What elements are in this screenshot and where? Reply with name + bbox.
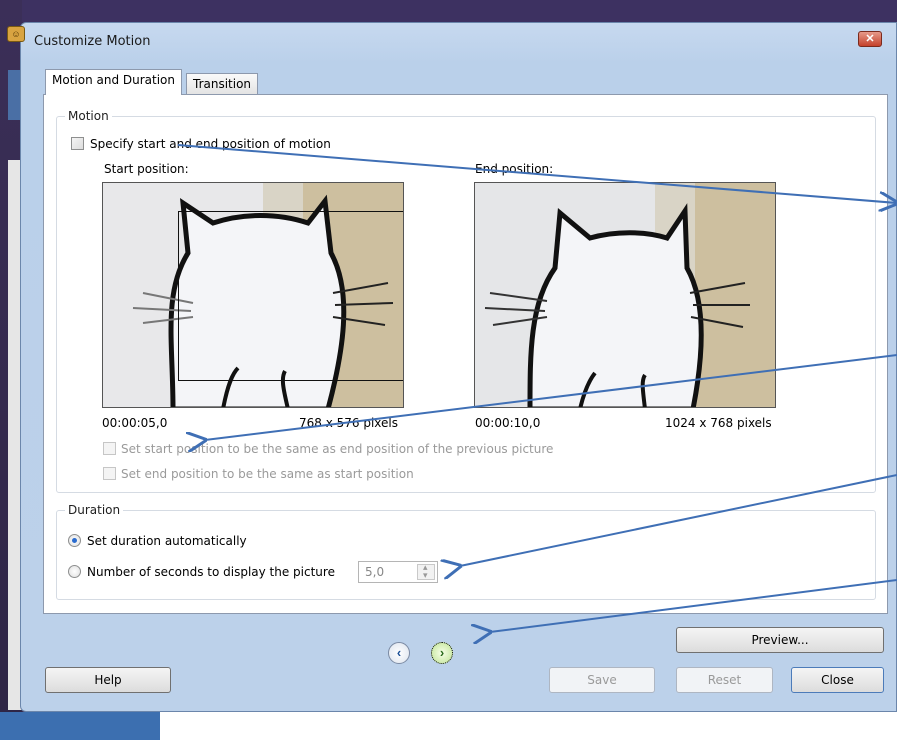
duration-group: Duration Set duration automatically Numb… — [56, 503, 876, 600]
reset-button[interactable]: Reset — [676, 667, 773, 693]
tab-transition[interactable]: Transition — [186, 73, 259, 95]
seconds-value: 5,0 — [365, 565, 385, 579]
seconds-stepper[interactable]: 5,0 — [358, 561, 438, 583]
dialog-titlebar: ☺ Customize Motion ✕ — [7, 23, 896, 57]
next-picture-button[interactable]: › — [431, 642, 453, 664]
specify-motion-checkbox[interactable] — [71, 137, 84, 150]
end-same-label[interactable]: Set end position to be the same as start… — [121, 467, 414, 481]
end-same-checkbox[interactable] — [103, 467, 116, 480]
desktop-bottom-block — [0, 712, 160, 740]
end-position-image[interactable] — [474, 182, 776, 408]
end-position-heading: End position: — [475, 162, 554, 176]
specify-motion-label[interactable]: Specify start and end position of motion — [90, 137, 331, 151]
dialog-title: Customize Motion — [34, 34, 151, 49]
motion-group-title: Motion — [65, 109, 112, 123]
motion-group: Motion Specify start and end position of… — [56, 109, 876, 493]
manual-duration-radio[interactable] — [68, 565, 81, 578]
end-cat-drawing — [475, 183, 775, 407]
close-button[interactable]: Close — [791, 667, 884, 693]
close-icon[interactable]: ✕ — [858, 31, 882, 47]
app-icon: ☺ — [7, 26, 25, 42]
end-time: 00:00:10,0 — [475, 416, 541, 430]
duration-group-title: Duration — [65, 503, 124, 517]
tab-motion-and-duration[interactable]: Motion and Duration — [45, 69, 183, 95]
start-time: 00:00:05,0 — [102, 416, 168, 430]
dialog-client: Motion and Duration Transition Motion Sp… — [31, 57, 897, 703]
save-button[interactable]: Save — [549, 667, 655, 693]
customize-motion-dialog: ☺ Customize Motion ✕ Motion and Duration… — [7, 22, 897, 712]
previous-picture-button[interactable]: ‹ — [388, 642, 410, 664]
start-position-image[interactable] — [102, 182, 404, 408]
tab-panel: Motion Specify start and end position of… — [43, 94, 888, 614]
start-same-checkbox[interactable] — [103, 442, 116, 455]
auto-duration-radio[interactable] — [68, 534, 81, 547]
manual-duration-label[interactable]: Number of seconds to display the picture — [87, 565, 335, 579]
start-size: 768 x 576 pixels — [299, 416, 399, 430]
end-size: 1024 x 768 pixels — [665, 416, 772, 430]
auto-duration-label[interactable]: Set duration automatically — [87, 534, 247, 548]
desktop-top-strip — [0, 0, 897, 22]
start-same-label[interactable]: Set start position to be the same as end… — [121, 442, 553, 456]
help-button[interactable]: Help — [45, 667, 171, 693]
start-selection-rectangle[interactable] — [178, 211, 403, 381]
start-position-heading: Start position: — [104, 162, 189, 176]
preview-button[interactable]: Preview... — [676, 627, 884, 653]
seconds-stepper-arrows[interactable] — [417, 562, 435, 581]
